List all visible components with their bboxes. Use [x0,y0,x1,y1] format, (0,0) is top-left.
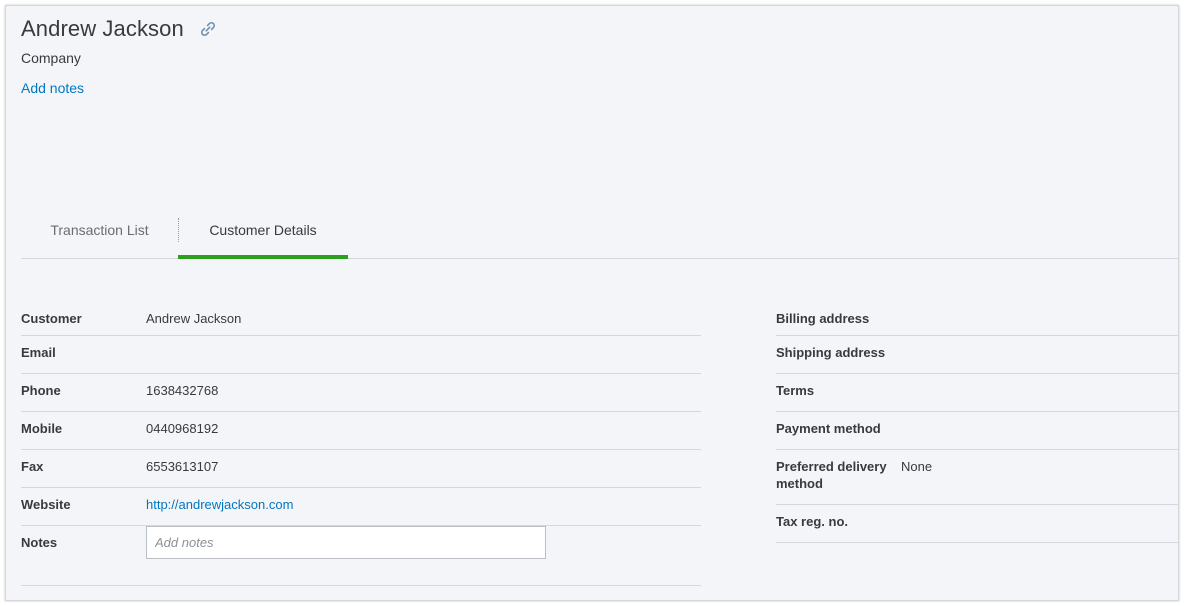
detail-row-email: Email [21,336,701,374]
detail-value: 0440968192 [146,421,219,436]
customer-type: Company [21,50,81,66]
detail-label: Payment method [776,421,881,436]
customer-panel: Andrew Jackson Company Add notes Transac… [5,5,1179,601]
detail-label: Customer [21,311,82,326]
detail-label: Tax reg. no. [776,514,848,529]
customer-details-right: Billing address Shipping address Terms P… [776,302,1178,543]
detail-value: Andrew Jackson [146,311,242,326]
detail-value: None [901,459,933,474]
detail-row-billing-address: Billing address [776,302,1178,336]
detail-label: Mobile [21,421,63,436]
customer-header: Andrew Jackson Company Add notes [21,14,218,98]
website-link[interactable]: http://andrewjackson.com [146,496,293,525]
detail-row-tax-reg: Tax reg. no. [776,505,1178,543]
detail-value: 6553613107 [146,459,219,474]
detail-row-preferred-delivery: Preferred delivery method None [776,450,1178,505]
detail-row-phone: Phone 1638432768 [21,374,701,412]
customer-name-title: Andrew Jackson [21,16,184,41]
detail-row-terms: Terms [776,374,1178,412]
detail-label: Notes [21,535,58,550]
detail-label: Terms [776,383,815,398]
detail-row-notes: Notes [21,526,701,586]
link-icon[interactable] [198,19,218,39]
detail-row-payment-method: Payment method [776,412,1178,450]
customer-details-left: Customer Andrew Jackson Email Phone 1638… [21,302,701,586]
add-notes-link[interactable]: Add notes [21,79,84,97]
detail-label: Fax [21,459,44,474]
notes-input[interactable] [146,526,546,559]
detail-value: 1638432768 [146,383,219,398]
detail-row-mobile: Mobile 0440968192 [21,412,701,450]
detail-label: Billing address [776,311,870,326]
detail-row-website: Website http://andrewjackson.com [21,488,701,526]
detail-label: Shipping address [776,345,886,360]
tab-transaction-list[interactable]: Transaction List [21,216,178,259]
detail-label: Email [21,345,56,360]
detail-label: Phone [21,383,61,398]
detail-row-customer: Customer Andrew Jackson [21,302,701,336]
detail-row-shipping-address: Shipping address [776,336,1178,374]
detail-label: Website [21,497,71,512]
detail-row-fax: Fax 6553613107 [21,450,701,488]
tab-customer-details[interactable]: Customer Details [178,216,348,259]
name-row: Andrew Jackson [21,14,218,44]
tab-bar: Transaction List Customer Details [21,216,1178,259]
detail-label: Preferred delivery method [776,459,887,491]
